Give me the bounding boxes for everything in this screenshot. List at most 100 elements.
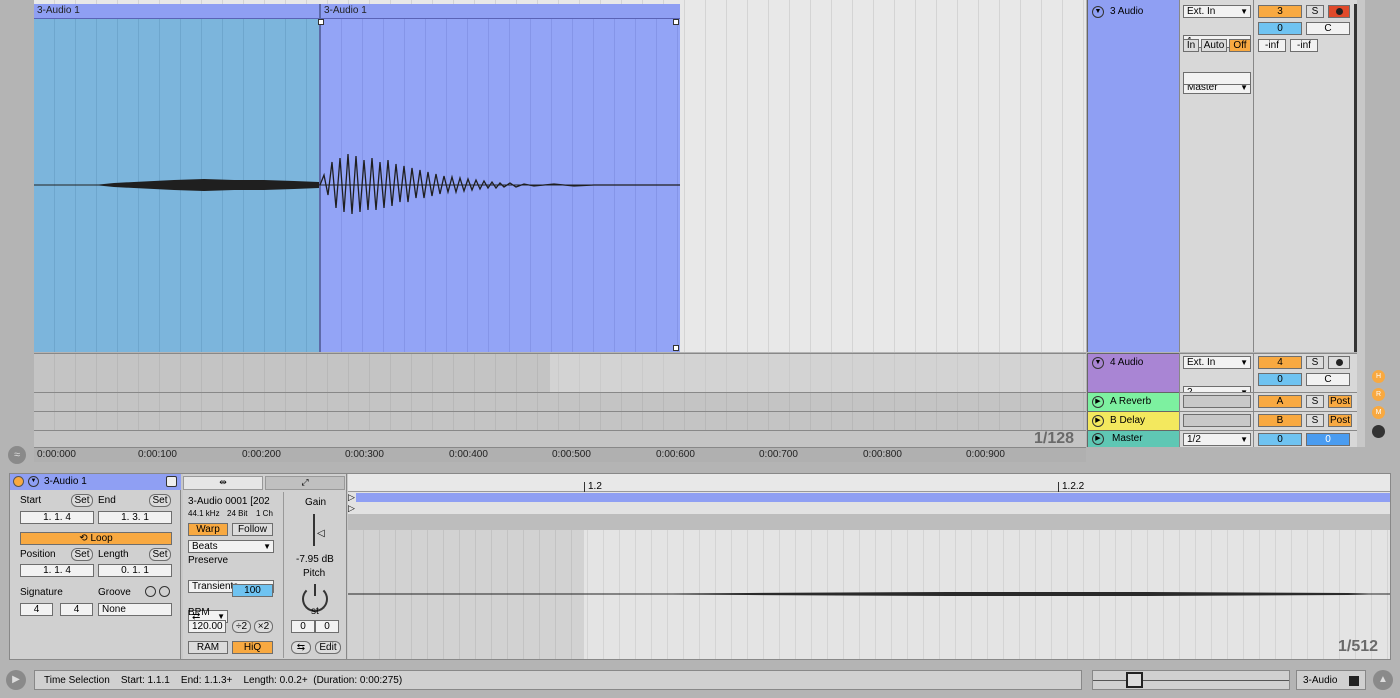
tab-envelopes[interactable]: ⤢ bbox=[265, 476, 345, 490]
warp-mode-select[interactable]: Beats bbox=[188, 540, 274, 553]
groove-field[interactable]: None bbox=[98, 603, 172, 616]
monitor-in-button[interactable]: In bbox=[1183, 39, 1199, 52]
return-a-name: A Reverb bbox=[1110, 396, 1152, 407]
play-icon[interactable]: ▶ bbox=[6, 670, 26, 690]
m-button[interactable]: M bbox=[1372, 406, 1385, 419]
monitor-auto-button[interactable]: Auto bbox=[1201, 39, 1227, 52]
right-scroll-strip[interactable] bbox=[1357, 0, 1365, 447]
overview-slider[interactable] bbox=[1092, 670, 1290, 690]
ram-button[interactable]: RAM bbox=[188, 641, 228, 654]
play-icon[interactable]: ▶ bbox=[1092, 433, 1104, 445]
master-volume[interactable]: 0 bbox=[1258, 433, 1302, 446]
play-icon[interactable]: ▶ bbox=[1092, 415, 1104, 427]
ruler-label: 0:00:300 bbox=[345, 449, 384, 460]
fold-icon[interactable]: ▼ bbox=[1092, 357, 1104, 369]
start-field[interactable]: 1. 1. 4 bbox=[20, 511, 94, 524]
solo-button[interactable]: S bbox=[1306, 356, 1324, 369]
master-lane[interactable] bbox=[34, 430, 1086, 447]
master-header[interactable]: ▶ Master bbox=[1087, 430, 1179, 447]
double-tempo-button[interactable]: ×2 bbox=[254, 620, 273, 633]
length-set-button[interactable]: Set bbox=[149, 548, 171, 561]
envelope-field[interactable]: 100 bbox=[232, 584, 273, 597]
input-type-select[interactable]: Ext. In bbox=[1183, 5, 1251, 18]
r-button[interactable]: R bbox=[1372, 388, 1385, 401]
clip-corner-handle[interactable] bbox=[673, 19, 679, 25]
triangle-icon[interactable]: ▲ bbox=[1373, 670, 1393, 690]
return-b-lane[interactable] bbox=[34, 411, 1086, 430]
position-set-button[interactable]: Set bbox=[71, 548, 93, 561]
return-a-lane[interactable] bbox=[34, 392, 1086, 411]
ruler-marker-2: 1.2.2 bbox=[1062, 481, 1085, 492]
clip-activator-icon[interactable] bbox=[13, 476, 24, 487]
input-type-select[interactable]: Ext. In bbox=[1183, 356, 1251, 369]
half-tempo-button[interactable]: ÷2 bbox=[232, 620, 251, 633]
pan-box[interactable]: C bbox=[1306, 22, 1350, 35]
gain-slider-handle[interactable]: ◁ bbox=[317, 528, 325, 539]
fold-icon[interactable]: ▼ bbox=[1092, 6, 1104, 18]
loop-button[interactable]: ⟲ Loop bbox=[20, 532, 172, 545]
save-icon[interactable] bbox=[166, 476, 177, 487]
ruler-label: 0:00:600 bbox=[656, 449, 695, 460]
master-output-select[interactable]: 1/2 bbox=[1183, 433, 1251, 446]
start-set-button[interactable]: Set bbox=[71, 494, 93, 507]
warp-button[interactable]: Warp bbox=[188, 523, 228, 536]
io-toggle-icon[interactable] bbox=[1372, 425, 1385, 438]
output-channel-box[interactable] bbox=[1183, 72, 1251, 85]
signature-denominator[interactable]: 4 bbox=[60, 603, 93, 616]
volume-box[interactable]: 0 bbox=[1258, 22, 1302, 35]
clip-corner-handle[interactable] bbox=[673, 345, 679, 351]
sample-ruler[interactable]: 1.2 1.2.2 bbox=[348, 474, 1390, 492]
return-a-activator[interactable]: A bbox=[1258, 395, 1302, 408]
pitch-semitones[interactable]: 0 bbox=[291, 620, 315, 633]
loop-brace[interactable] bbox=[356, 493, 1390, 502]
time-ruler[interactable]: 0:00:000 0:00:100 0:00:200 0:00:300 0:00… bbox=[34, 447, 1086, 462]
post-button[interactable]: Post bbox=[1328, 414, 1352, 427]
track-activator-4[interactable]: 4 bbox=[1258, 356, 1302, 369]
volume-box[interactable]: 0 bbox=[1258, 373, 1302, 386]
groove-hot-swap-icon[interactable] bbox=[145, 586, 156, 597]
return-b-header[interactable]: ▶ B Delay bbox=[1087, 411, 1179, 430]
solo-button[interactable]: S bbox=[1306, 5, 1324, 18]
end-set-button[interactable]: Set bbox=[149, 494, 171, 507]
hiq-button[interactable]: HiQ bbox=[232, 641, 273, 654]
pitch-cents[interactable]: 0 bbox=[315, 620, 339, 633]
pan-box[interactable]: C bbox=[1306, 373, 1350, 386]
clip-title-bar[interactable]: ▼ 3-Audio 1 bbox=[10, 474, 181, 490]
solo-button[interactable]: S bbox=[1306, 395, 1324, 408]
track-activator-3[interactable]: 3 bbox=[1258, 5, 1302, 18]
start-marker-icon[interactable]: ▷ bbox=[348, 492, 355, 503]
position-field[interactable]: 1. 1. 4 bbox=[20, 564, 94, 577]
edit-button[interactable]: Edit bbox=[315, 641, 341, 654]
return-a-output[interactable] bbox=[1183, 395, 1251, 408]
gain-slider[interactable] bbox=[313, 514, 315, 546]
clip-corner-handle[interactable] bbox=[318, 19, 324, 25]
return-b-output[interactable] bbox=[1183, 414, 1251, 427]
track-4-header[interactable]: ▼ 4 Audio bbox=[1087, 353, 1179, 392]
arm-button[interactable] bbox=[1328, 356, 1350, 369]
reverse-button[interactable]: ⇆ bbox=[291, 641, 311, 654]
play-icon[interactable]: ▶ bbox=[1092, 396, 1104, 408]
follow-button[interactable]: Follow bbox=[232, 523, 273, 536]
groove-commit-icon[interactable] bbox=[159, 586, 170, 597]
monitor-off-button[interactable]: Off bbox=[1229, 39, 1251, 52]
fold-icon[interactable]: ▼ bbox=[28, 476, 39, 487]
tab-sample[interactable]: ⇹ bbox=[183, 476, 263, 490]
post-button[interactable]: Post bbox=[1328, 395, 1352, 408]
loop-marker-icon[interactable]: ▷ bbox=[348, 503, 355, 514]
sample-editor[interactable]: 1.2 1.2.2 ▷ ▷ 1/512 bbox=[348, 474, 1390, 659]
signature-numerator[interactable]: 4 bbox=[20, 603, 53, 616]
track-3-header[interactable]: ▼ 3 Audio bbox=[1087, 0, 1179, 352]
arm-button[interactable] bbox=[1328, 5, 1350, 18]
current-track-box[interactable]: 3-Audio bbox=[1296, 670, 1366, 690]
loop-icon[interactable]: ≈ bbox=[8, 446, 26, 464]
return-a-header[interactable]: ▶ A Reverb bbox=[1087, 392, 1179, 411]
length-field[interactable]: 0. 1. 1 bbox=[98, 564, 172, 577]
master-cue-volume[interactable]: 0 bbox=[1306, 433, 1350, 446]
h-button[interactable]: H bbox=[1372, 370, 1385, 383]
bpm-field[interactable]: 120.00 bbox=[188, 620, 226, 633]
end-field[interactable]: 1. 3. 1 bbox=[98, 511, 172, 524]
track-4-mixer: 4 S 0 C bbox=[1253, 353, 1357, 392]
return-b-activator[interactable]: B bbox=[1258, 414, 1302, 427]
solo-button[interactable]: S bbox=[1306, 414, 1324, 427]
overview-handle[interactable] bbox=[1126, 672, 1143, 688]
